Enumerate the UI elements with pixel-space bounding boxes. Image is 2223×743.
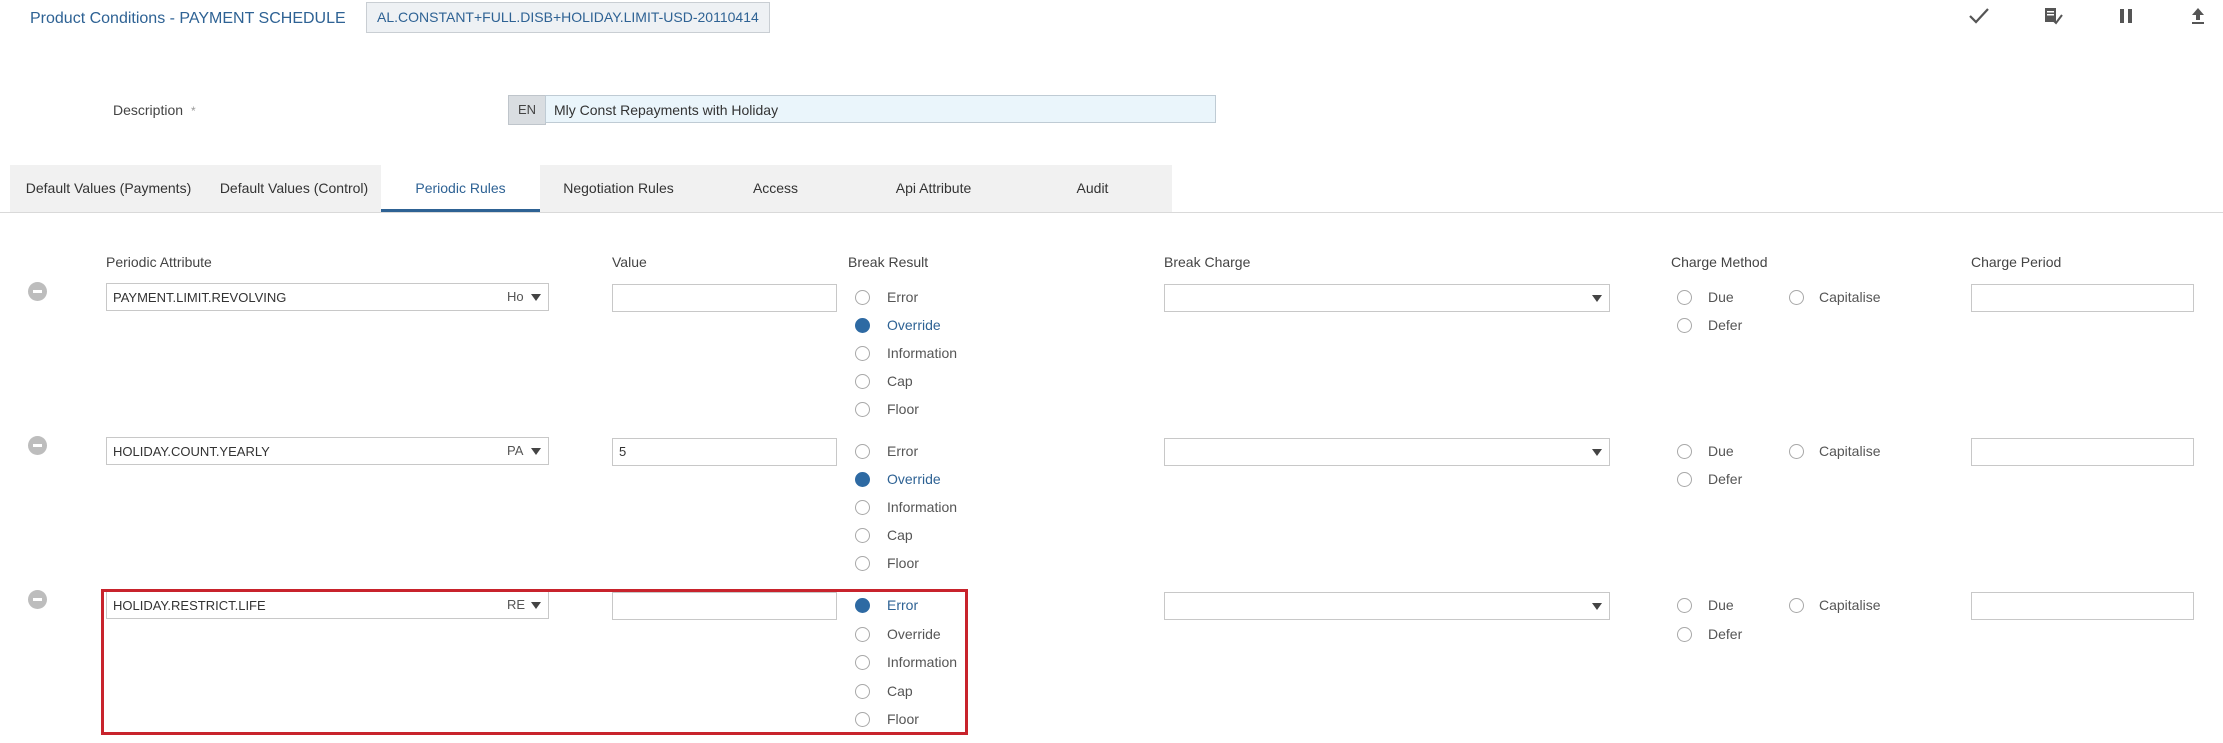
radio-defer[interactable] bbox=[1677, 627, 1692, 642]
radio-cap[interactable] bbox=[855, 374, 870, 389]
tab-api-attribute[interactable]: Api Attribute bbox=[854, 165, 1013, 212]
periodic-attribute-value: HOLIDAY.COUNT.YEARLY bbox=[113, 444, 270, 459]
radio-label-capitalise: Capitalise bbox=[1819, 597, 1881, 613]
radio-capitalise[interactable] bbox=[1789, 290, 1804, 305]
radio-label-capitalise: Capitalise bbox=[1819, 289, 1881, 305]
required-marker: * bbox=[191, 104, 196, 118]
language-badge: EN bbox=[508, 95, 546, 125]
col-header-break-charge: Break Charge bbox=[1164, 254, 1251, 270]
tab-audit[interactable]: Audit bbox=[1013, 165, 1172, 212]
hold-icon[interactable] bbox=[2108, 0, 2144, 32]
chevron-down-icon bbox=[1592, 295, 1602, 302]
chevron-down-icon bbox=[531, 294, 541, 301]
radio-label-floor: Floor bbox=[887, 555, 919, 571]
radio-label-override: Override bbox=[887, 317, 941, 333]
radio-label-due: Due bbox=[1708, 597, 1734, 613]
description-label: Description * bbox=[113, 102, 196, 118]
tab-periodic-rules[interactable]: Periodic Rules bbox=[381, 165, 540, 212]
radio-capitalise[interactable] bbox=[1789, 598, 1804, 613]
radio-capitalise[interactable] bbox=[1789, 444, 1804, 459]
tab-bar: Default Values (Payments) Default Values… bbox=[10, 165, 1172, 212]
chevron-down-icon bbox=[531, 448, 541, 455]
radio-label-due: Due bbox=[1708, 289, 1734, 305]
highlight-box bbox=[101, 589, 968, 735]
radio-label-cap: Cap bbox=[887, 373, 913, 389]
value-input[interactable] bbox=[612, 284, 837, 312]
radio-information[interactable] bbox=[855, 346, 870, 361]
chevron-down-icon bbox=[1592, 449, 1602, 456]
radio-label-override: Override bbox=[887, 471, 941, 487]
tab-default-values-payments[interactable]: Default Values (Payments) bbox=[10, 165, 207, 212]
col-header-value: Value bbox=[612, 254, 647, 270]
periodic-attribute-select[interactable]: HOLIDAY.COUNT.YEARLY PA bbox=[106, 437, 549, 465]
radio-label-defer: Defer bbox=[1708, 317, 1743, 333]
break-charge-select[interactable] bbox=[1164, 438, 1610, 466]
tab-negotiation-rules[interactable]: Negotiation Rules bbox=[540, 165, 697, 212]
radio-label-floor: Floor bbox=[887, 401, 919, 417]
description-value: Mly Const Repayments with Holiday bbox=[554, 102, 779, 118]
periodic-attribute-value: PAYMENT.LIMIT.REVOLVING bbox=[113, 290, 287, 305]
radio-due[interactable] bbox=[1677, 444, 1692, 459]
break-charge-select[interactable] bbox=[1164, 284, 1610, 312]
col-header-break-result: Break Result bbox=[848, 254, 929, 270]
radio-label-defer: Defer bbox=[1708, 471, 1743, 487]
col-header-charge-period: Charge Period bbox=[1971, 254, 2062, 270]
charge-period-input[interactable] bbox=[1971, 438, 2194, 466]
radio-defer[interactable] bbox=[1677, 472, 1692, 487]
radio-floor[interactable] bbox=[855, 402, 870, 417]
radio-label-information: Information bbox=[887, 345, 958, 361]
tab-divider bbox=[0, 212, 2223, 213]
attribute-short-code: Ho bbox=[507, 289, 524, 304]
remove-row-button[interactable] bbox=[28, 436, 47, 455]
page-title: Product Conditions - PAYMENT SCHEDULE bbox=[30, 10, 346, 27]
col-header-periodic-attribute: Periodic Attribute bbox=[106, 254, 212, 270]
radio-due[interactable] bbox=[1677, 598, 1692, 613]
charge-period-input[interactable] bbox=[1971, 284, 2194, 312]
radio-label-information: Information bbox=[887, 499, 958, 515]
attribute-short-code: PA bbox=[507, 443, 524, 458]
radio-floor[interactable] bbox=[855, 556, 870, 571]
radio-error[interactable] bbox=[855, 444, 870, 459]
radio-defer[interactable] bbox=[1677, 318, 1692, 333]
chevron-down-icon bbox=[1592, 603, 1602, 610]
col-header-charge-method: Charge Method bbox=[1671, 254, 1768, 270]
radio-cap[interactable] bbox=[855, 528, 870, 543]
radio-error[interactable] bbox=[855, 290, 870, 305]
value-input[interactable]: 5 bbox=[612, 438, 837, 466]
commit-icon[interactable] bbox=[2180, 0, 2216, 32]
tab-access[interactable]: Access bbox=[697, 165, 854, 212]
description-field[interactable]: Mly Const Repayments with Holiday bbox=[545, 95, 1216, 123]
radio-label-error: Error bbox=[887, 289, 919, 305]
tab-default-values-control[interactable]: Default Values (Control) bbox=[207, 165, 381, 212]
charge-period-input[interactable] bbox=[1971, 592, 2194, 620]
radio-label-defer: Defer bbox=[1708, 626, 1743, 642]
radio-label-cap: Cap bbox=[887, 527, 913, 543]
check-icon[interactable] bbox=[1961, 0, 1997, 32]
radio-label-due: Due bbox=[1708, 443, 1734, 459]
radio-override[interactable] bbox=[855, 318, 870, 333]
record-id: AL.CONSTANT+FULL.DISB+HOLIDAY.LIMIT-USD-… bbox=[366, 2, 770, 33]
radio-label-capitalise: Capitalise bbox=[1819, 443, 1881, 459]
radio-information[interactable] bbox=[855, 500, 870, 515]
validate-icon[interactable] bbox=[2035, 0, 2071, 32]
break-charge-select[interactable] bbox=[1164, 592, 1610, 620]
radio-label-error: Error bbox=[887, 443, 919, 459]
radio-due[interactable] bbox=[1677, 290, 1692, 305]
remove-row-button[interactable] bbox=[28, 282, 47, 301]
remove-row-button[interactable] bbox=[28, 590, 47, 609]
periodic-attribute-select[interactable]: PAYMENT.LIMIT.REVOLVING Ho bbox=[106, 283, 549, 311]
radio-override[interactable] bbox=[855, 472, 870, 487]
